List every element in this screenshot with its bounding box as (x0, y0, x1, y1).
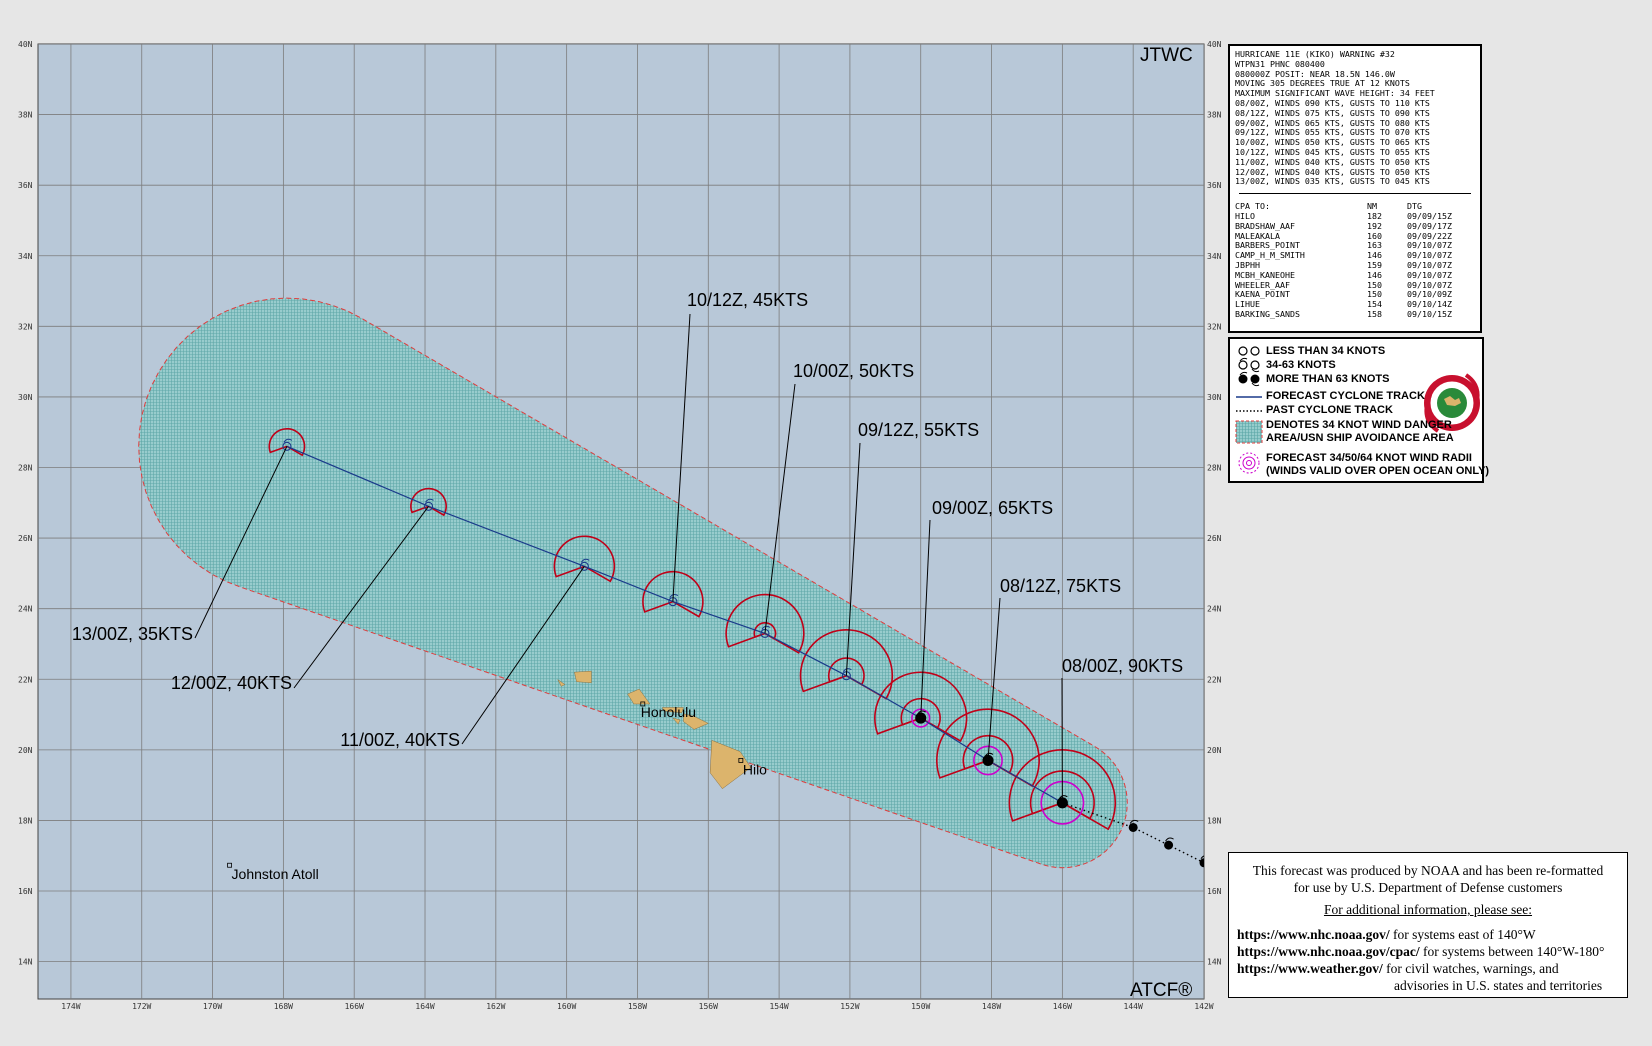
34-63-knots-icon (1238, 357, 1260, 373)
warning-info-box: HURRICANE 11E (KIKO) WARNING #32 WTPN31 P… (1228, 44, 1482, 333)
lat-tick-label-right: 28N (1207, 464, 1222, 473)
credit-line-last: advisories in U.S. states and territorie… (1394, 978, 1603, 993)
less-than-34-icon (1238, 346, 1260, 356)
more-than-63-icon (1238, 371, 1260, 387)
lat-tick-label-right: 22N (1207, 675, 1222, 684)
weather-gov-link-desc: for civil watches, warnings, and (1382, 961, 1559, 976)
legend-more-than-63: MORE THAN 63 KNOTS (1266, 373, 1390, 385)
lon-tick-label: 166W (345, 1002, 364, 1011)
lat-tick-label-right: 30N (1207, 393, 1222, 402)
legend-danger-area-2: AREA/USN SHIP AVOIDANCE AREA (1266, 432, 1454, 444)
cpa-distance-nm: 158 (1367, 308, 1382, 319)
lat-tick-label-left: 20N (18, 746, 33, 755)
lon-tick-label: 156W (699, 1002, 718, 1011)
lat-tick-label-left: 14N (18, 958, 33, 967)
legend-wind-radii-2: (WINDS VALID OVER OPEN OCEAN ONLY) (1266, 465, 1490, 477)
jtwc-label: JTWC (1140, 45, 1193, 66)
lat-tick-label-right: 36N (1207, 181, 1222, 190)
legend-wind-radii-1: FORECAST 34/50/64 KNOT WIND RADII (1266, 452, 1472, 464)
lat-tick-label-right: 18N (1207, 816, 1222, 825)
lon-tick-label: 168W (274, 1002, 293, 1011)
lon-tick-label: 142W (1194, 1002, 1213, 1011)
lat-tick-label-right: 20N (1207, 746, 1222, 755)
warning-line: 13/00Z, WINDS 035 KTS, GUSTS TO 045 KTS (1235, 176, 1430, 187)
lat-tick-label-right: 26N (1207, 534, 1222, 543)
lat-tick-label-right: 24N (1207, 605, 1222, 614)
lon-tick-label: 146W (1053, 1002, 1072, 1011)
forecast-point-label: 12/00Z, 40KTS (171, 673, 292, 693)
legend-less-than-34: LESS THAN 34 KNOTS (1266, 345, 1386, 357)
lat-tick-label-left: 26N (18, 534, 33, 543)
past-position-symbol (1164, 840, 1174, 850)
lat-tick-label-right: 32N (1207, 322, 1222, 331)
lat-tick-label-left: 38N (18, 111, 33, 120)
lon-tick-label: 160W (557, 1002, 576, 1011)
forecast-point-label: 09/12Z, 55KTS (858, 420, 979, 440)
legend-past-track: PAST CYCLONE TRACK (1266, 404, 1393, 416)
lat-tick-label-right: 34N (1207, 252, 1222, 261)
credit-line-1: This forecast was produced by NOAA and h… (1252, 863, 1604, 878)
lat-tick-label-left: 32N (18, 322, 33, 331)
kauai-island (574, 670, 592, 684)
credit-box: This forecast was produced by NOAA and h… (1228, 852, 1628, 998)
lat-tick-label-left: 36N (18, 181, 33, 190)
past-position-symbol (1128, 822, 1138, 832)
lat-tick-label-left: 22N (18, 675, 33, 684)
lat-tick-label-right: 38N (1207, 111, 1222, 120)
atcf-label: ATCF® (1130, 980, 1192, 1001)
cpac-link-desc: for systems between 140°W-180° (1419, 944, 1605, 959)
forecast-point-label: 09/00Z, 65KTS (932, 498, 1053, 518)
past-position-symbol (1199, 858, 1204, 868)
legend-34-63: 34-63 KNOTS (1266, 359, 1336, 371)
lat-tick-label-left: 30N (18, 393, 33, 402)
lon-tick-label: 152W (840, 1002, 859, 1011)
credit-line-2: for use by U.S. Department of Defense cu… (1293, 880, 1563, 895)
danger-area-icon (1235, 420, 1263, 444)
lon-tick-label: 170W (203, 1002, 222, 1011)
place-label: Honolulu (641, 704, 696, 720)
cpa-row: BARKING_SANDS 158 09/10/15Z (1235, 308, 1475, 320)
wind-radii-icon (1238, 452, 1260, 474)
lon-tick-label: 150W (911, 1002, 930, 1011)
credit-link-row-3: https://www.weather.gov/ for civil watch… (1237, 961, 1559, 977)
lat-tick-label-left: 24N (18, 605, 33, 614)
credit-link-row-2: https://www.nhc.noaa.gov/cpac/ for syste… (1237, 944, 1604, 960)
lat-tick-label-left: 40N (18, 40, 33, 49)
lon-tick-label: 164W (415, 1002, 434, 1011)
lat-tick-label-left: 28N (18, 464, 33, 473)
credit-line-3: For additional information, please see: (1323, 902, 1533, 917)
lon-tick-label: 144W (1124, 1002, 1143, 1011)
cpac-link[interactable]: https://www.nhc.noaa.gov/cpac/ (1237, 944, 1420, 959)
lat-tick-label-left: 16N (18, 887, 33, 896)
legend-danger-area-1: DENOTES 34 KNOT WIND DANGER (1266, 419, 1452, 431)
forecast-point-label: 10/00Z, 50KTS (793, 361, 914, 381)
lon-tick-label: 148W (982, 1002, 1001, 1011)
cpa-dtg: 09/10/15Z (1407, 308, 1452, 319)
lon-tick-label: 162W (486, 1002, 505, 1011)
forecast-point-label: 13/00Z, 35KTS (72, 624, 193, 644)
nhc-link[interactable]: https://www.nhc.noaa.gov/ (1237, 927, 1390, 942)
lon-tick-label: 172W (132, 1002, 151, 1011)
forecast-point-label: 08/12Z, 75KTS (1000, 576, 1121, 596)
info-divider (1239, 193, 1471, 195)
place-label: Hilo (743, 761, 767, 777)
forecast-point-label: 08/00Z, 90KTS (1062, 656, 1183, 676)
lon-tick-label: 158W (628, 1002, 647, 1011)
lat-tick-label-left: 18N (18, 816, 33, 825)
forecast-point-label: 11/00Z, 40KTS (340, 730, 460, 750)
credit-link-row-1: https://www.nhc.noaa.gov/ for systems ea… (1237, 927, 1536, 943)
forecast-point-label: 10/12Z, 45KTS (687, 290, 808, 310)
cpa-location: BARKING_SANDS (1235, 308, 1300, 319)
lat-tick-label-right: 16N (1207, 887, 1222, 896)
weather-gov-link[interactable]: https://www.weather.gov/ (1237, 961, 1383, 976)
lon-tick-label: 174W (61, 1002, 80, 1011)
lat-tick-label-right: 14N (1207, 958, 1222, 967)
place-label: Johnston Atoll (232, 866, 319, 882)
legend-forecast-track: FORECAST CYCLONE TRACK (1266, 390, 1425, 402)
lat-tick-label-right: 40N (1207, 40, 1222, 49)
lat-tick-label-left: 34N (18, 252, 33, 261)
nhc-link-desc: for systems east of 140°W (1389, 927, 1536, 942)
lon-tick-label: 154W (769, 1002, 788, 1011)
legend-box: LESS THAN 34 KNOTS 34-63 KNOTS MORE THAN… (1228, 337, 1489, 483)
